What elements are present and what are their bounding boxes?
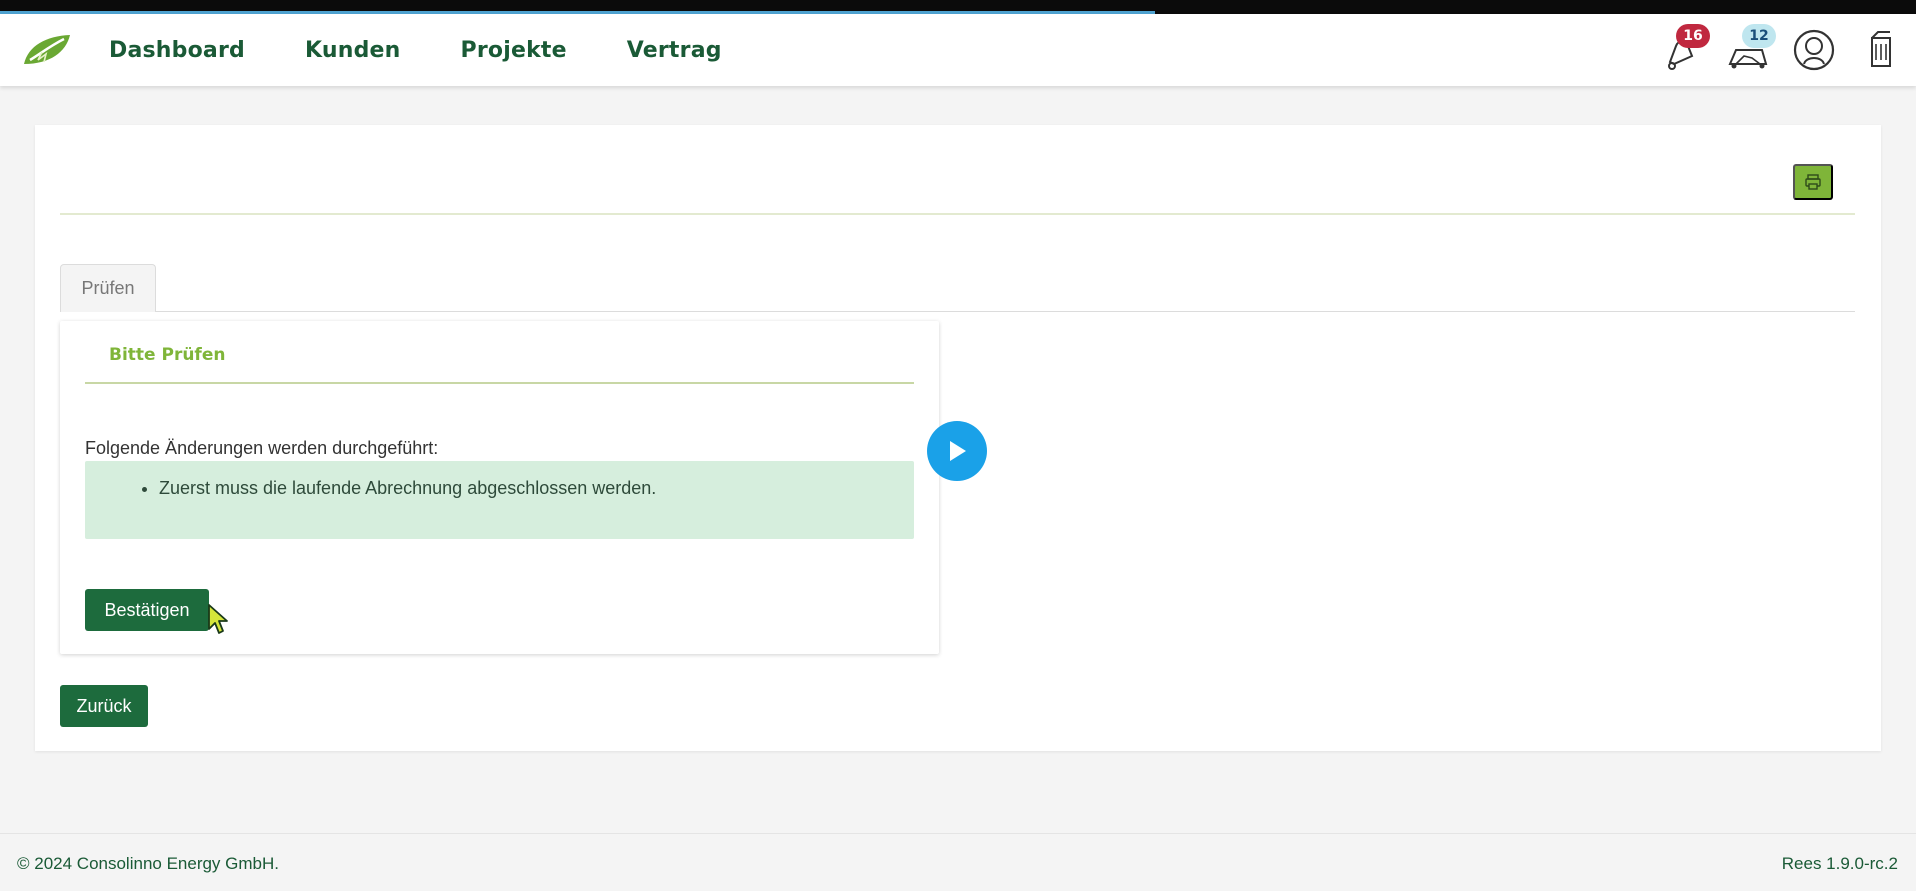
tab-pruefen[interactable]: Prüfen bbox=[60, 264, 156, 312]
header-divider bbox=[60, 213, 1855, 215]
nav-vertrag[interactable]: Vertrag bbox=[627, 38, 722, 63]
print-button[interactable] bbox=[1793, 164, 1833, 200]
leaf-logo-icon[interactable] bbox=[20, 32, 74, 68]
browser-top-strip bbox=[0, 0, 1916, 14]
messages-count-badge: 12 bbox=[1742, 24, 1776, 48]
nav-dashboard[interactable]: Dashboard bbox=[109, 38, 245, 63]
back-button[interactable]: Zurück bbox=[60, 685, 148, 727]
check-panel: Bitte Prüfen Folgende Änderungen werden … bbox=[60, 321, 939, 654]
changes-label: Folgende Änderungen werden durchgeführt: bbox=[85, 438, 439, 458]
top-navbar: Dashboard Kunden Projekte Vertrag 16 12 bbox=[0, 14, 1916, 86]
list-item: Zuerst muss die laufende Abrechnung abge… bbox=[159, 478, 656, 499]
printer-icon bbox=[1805, 174, 1821, 190]
messages-icon[interactable]: 12 bbox=[1726, 24, 1776, 72]
changes-list: Zuerst muss die laufende Abrechnung abge… bbox=[159, 478, 656, 499]
tab-bar-line bbox=[156, 311, 1855, 312]
page-footer: © 2024 Consolinno Energy GmbH. Rees 1.9.… bbox=[0, 833, 1916, 891]
notification-count-badge: 16 bbox=[1676, 24, 1710, 48]
play-icon bbox=[950, 441, 966, 461]
mouse-cursor-icon bbox=[208, 604, 228, 634]
video-play-button[interactable] bbox=[927, 421, 987, 481]
user-profile-icon[interactable] bbox=[1792, 28, 1836, 72]
main-navigation: Dashboard Kunden Projekte Vertrag bbox=[109, 14, 722, 86]
footer-version: Rees 1.9.0-rc.2 bbox=[1781, 854, 1898, 873]
notification-bell-icon[interactable]: 16 bbox=[1660, 24, 1710, 72]
panel-title: Bitte Prüfen bbox=[109, 345, 226, 365]
confirm-button[interactable]: Bestätigen bbox=[85, 589, 209, 631]
panel-title-divider bbox=[85, 382, 914, 384]
nav-projekte[interactable]: Projekte bbox=[461, 38, 567, 63]
nav-kunden[interactable]: Kunden bbox=[305, 38, 401, 63]
logout-icon[interactable] bbox=[1858, 28, 1902, 72]
changes-info-box: Zuerst muss die laufende Abrechnung abge… bbox=[85, 461, 914, 539]
footer-copyright: © 2024 Consolinno Energy GmbH. bbox=[17, 854, 279, 873]
nav-icon-group: 16 12 bbox=[1660, 24, 1902, 72]
